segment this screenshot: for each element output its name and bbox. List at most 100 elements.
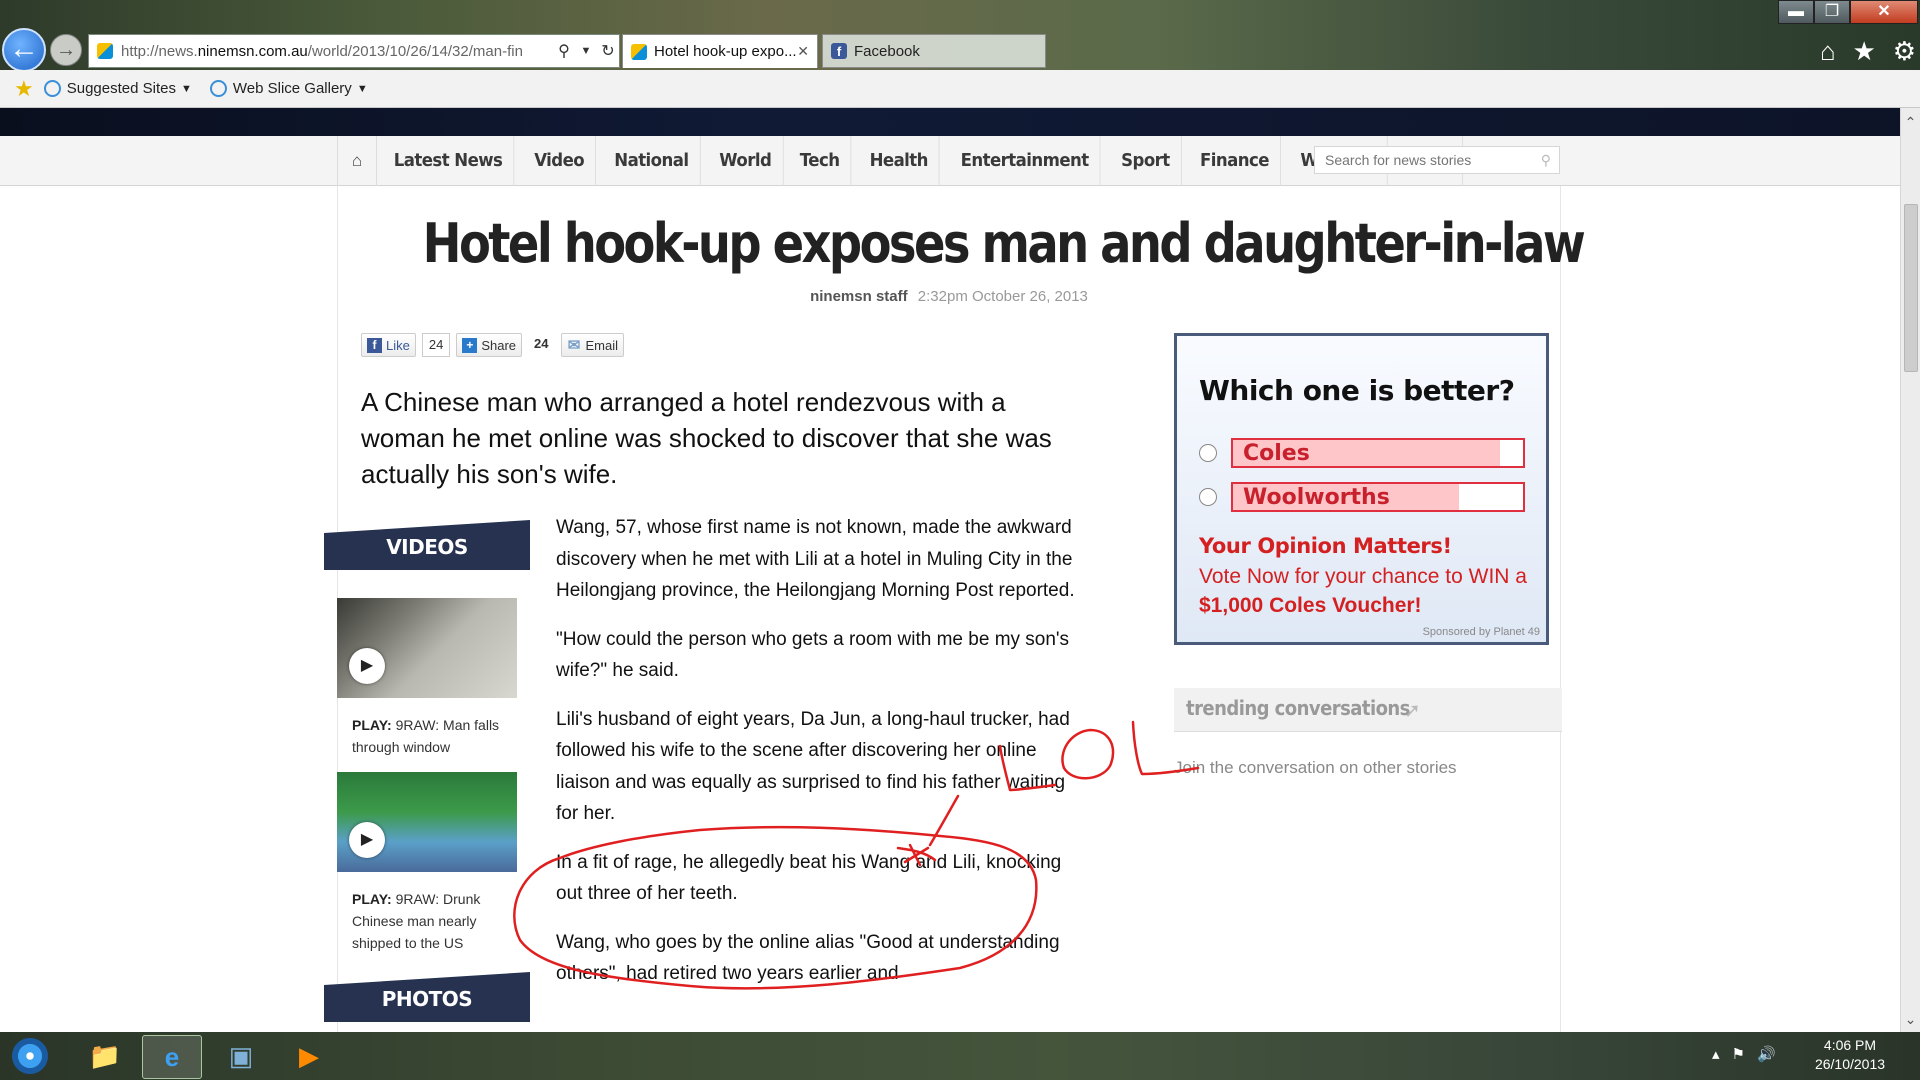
search-input[interactable] — [1323, 151, 1541, 169]
plus-icon: + — [462, 337, 478, 353]
facebook-icon: f — [367, 337, 382, 353]
ie-page-icon — [43, 80, 61, 97]
article-paragraph: "How could the person who gets a room wi… — [556, 628, 1070, 682]
taskbar-app[interactable]: ▣ — [212, 1035, 270, 1077]
byline: ninemsn staff 2:32pm October 26, 2013 — [337, 288, 1561, 305]
action-center-flag-icon[interactable]: ⚑ — [1732, 1038, 1745, 1072]
clock-date: 26/10/2013 — [1814, 1056, 1886, 1072]
radio-button[interactable] — [1199, 444, 1217, 462]
refresh-icon[interactable]: ↻ — [597, 41, 619, 61]
favorites-add-icon[interactable]: ★ — [14, 76, 34, 102]
close-window-button[interactable]: ✕ — [1850, 0, 1918, 24]
nav-item-world[interactable]: World — [708, 136, 784, 186]
chevron-down-icon[interactable]: ▼ — [357, 83, 368, 95]
video-caption[interactable]: PLAY: 9RAW: Drunk Chinese man nearly shi… — [352, 888, 512, 954]
system-tray: ▴ ⚑ 🔊 — [1712, 1038, 1776, 1072]
nav-item-latest-news[interactable]: Latest News — [383, 136, 515, 186]
poll-advertisement[interactable]: Which one is better? Coles Woolworths Yo… — [1174, 333, 1549, 645]
volume-icon[interactable]: 🔊 — [1757, 1038, 1776, 1072]
poll-question: Which one is better? — [1199, 374, 1515, 407]
favorites-star-icon[interactable]: ★ — [1853, 36, 1876, 66]
tab-facebook[interactable]: f Facebook — [822, 34, 1046, 68]
taskbar-explorer[interactable]: 📁 — [76, 1035, 134, 1077]
nav-item-sport[interactable]: Sport — [1110, 136, 1182, 186]
news-search: ⚲ — [1314, 146, 1560, 174]
gear-icon[interactable]: ⚙ — [1893, 36, 1916, 66]
page-scrollbar[interactable]: ⌃ ⌄ — [1900, 108, 1920, 1032]
ie-page-icon — [209, 80, 227, 97]
article-paragraph: Lili's husband of eight years, Da Jun, a… — [556, 708, 1070, 825]
address-url[interactable]: http://news.ninemsn.com.au/world/2013/10… — [121, 43, 553, 60]
poll-sponsor: Sponsored by Planet 49 — [1422, 626, 1540, 638]
taskbar: 📁 e ▣ ▶ ▴ ⚑ 🔊 4:06 PM 26/10/2013 — [0, 1032, 1920, 1080]
folder-icon: 📁 — [88, 1040, 122, 1071]
search-icon[interactable]: ⚲ — [1541, 152, 1551, 169]
start-button[interactable] — [8, 1036, 52, 1076]
window-app-icon: ▣ — [228, 1040, 254, 1071]
taskbar-media-player[interactable]: ▶ — [280, 1035, 338, 1077]
ninemsn-favicon-icon — [631, 43, 647, 60]
poll-result-bar: Coles — [1231, 438, 1525, 468]
poll-option-woolworths[interactable]: Woolworths — [1199, 482, 1529, 512]
nav-item-tech[interactable]: Tech — [789, 136, 852, 186]
address-dropdown-icon[interactable]: ▼ — [575, 45, 597, 57]
system-clock[interactable]: 4:06 PM 26/10/2013 — [1790, 1036, 1910, 1074]
publish-time: 2:32pm October 26, 2013 — [917, 288, 1088, 305]
nav-item-finance[interactable]: Finance — [1189, 136, 1281, 186]
facebook-like-button[interactable]: f Like — [361, 333, 416, 357]
home-icon[interactable]: ⌂ — [1820, 36, 1836, 66]
site-header-strip — [0, 108, 1900, 136]
article-lead: A Chinese man who arranged a hotel rende… — [361, 387, 1052, 489]
trending-subtitle[interactable]: Join the conversation on other stories — [1174, 758, 1457, 778]
share-button[interactable]: + Share — [456, 333, 523, 357]
video-caption[interactable]: PLAY: 9RAW: Man falls through window — [352, 714, 512, 758]
media-play-icon: ▶ — [299, 1040, 319, 1071]
favorites-suggested-sites[interactable]: Suggested Sites — [67, 80, 176, 97]
nav-item-entertainment[interactable]: Entertainment — [950, 136, 1101, 186]
maximize-button[interactable]: ❐ — [1814, 0, 1850, 24]
email-button[interactable]: ✉ Email — [560, 333, 625, 357]
article-paragraph: Wang, who goes by the online alias "Good… — [556, 931, 1060, 985]
scroll-thumb[interactable] — [1904, 204, 1918, 372]
play-icon[interactable]: ▶ — [349, 648, 385, 684]
envelope-icon: ✉ — [567, 336, 581, 354]
share-count: 24 — [528, 333, 555, 357]
taskbar-internet-explorer[interactable]: e — [142, 1035, 202, 1079]
article-paragraph: Wang, 57, whose first name is not known,… — [556, 517, 1075, 601]
poll-option-coles[interactable]: Coles — [1199, 438, 1529, 468]
trending-title[interactable]: trending conversations — [1186, 696, 1410, 720]
trend-arrow-icon: ➚ — [1404, 700, 1421, 722]
nav-item-national[interactable]: National — [604, 136, 701, 186]
poll-result-bar: Woolworths — [1231, 482, 1525, 512]
close-tab-icon[interactable]: ✕ — [797, 43, 809, 60]
window-controls: ▬ ❐ ✕ — [1778, 0, 1918, 26]
favorites-web-slice-gallery[interactable]: Web Slice Gallery — [233, 80, 352, 97]
scroll-up-icon[interactable]: ⌃ — [1901, 114, 1920, 131]
nav-item-health[interactable]: Health — [858, 136, 940, 186]
tray-expand-icon[interactable]: ▴ — [1712, 1038, 1720, 1072]
forward-arrow-icon: → — [56, 39, 76, 61]
address-bar[interactable]: http://news.ninemsn.com.au/world/2013/10… — [88, 34, 620, 68]
like-count: 24 — [421, 333, 451, 357]
video-thumbnail[interactable]: ▶ — [337, 598, 517, 698]
video-thumbnail[interactable]: ▶ — [337, 772, 517, 872]
forward-button[interactable]: → — [50, 34, 82, 66]
author-name[interactable]: ninemsn staff — [810, 288, 908, 305]
nav-item-video[interactable]: Video — [523, 136, 597, 186]
search-icon[interactable]: ⚲ — [553, 41, 575, 61]
chevron-down-icon[interactable]: ▼ — [181, 83, 192, 95]
home-icon[interactable]: ⌂ — [338, 136, 377, 186]
clock-time: 4:06 PM — [1823, 1037, 1877, 1053]
scroll-down-icon[interactable]: ⌄ — [1901, 1011, 1920, 1028]
minimize-button[interactable]: ▬ — [1778, 0, 1814, 24]
ie-icon: e — [164, 1041, 180, 1072]
tab-article[interactable]: Hotel hook-up expo... ✕ — [622, 34, 818, 68]
article-body: Wang, 57, whose first name is not known,… — [556, 512, 1076, 1007]
back-button[interactable]: ← — [2, 28, 46, 72]
radio-button[interactable] — [1199, 488, 1217, 506]
trending-conversations-header: trending conversations ➚ — [1174, 688, 1562, 732]
article-paragraph: In a fit of rage, he allegedly beat his … — [556, 851, 1062, 905]
favorites-bar: ★ Suggested Sites ▼ Web Slice Gallery ▼ — [0, 70, 1920, 108]
play-icon[interactable]: ▶ — [349, 822, 385, 858]
share-toolbar: f Like 24 + Share 24 ✉ Email — [361, 333, 625, 359]
